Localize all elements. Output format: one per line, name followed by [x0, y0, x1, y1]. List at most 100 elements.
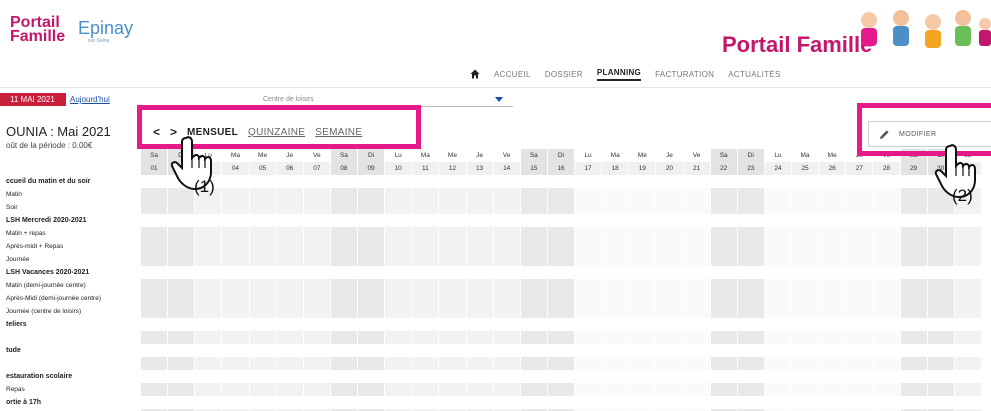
planning-cell[interactable]: [900, 383, 928, 396]
planning-cell[interactable]: [629, 383, 657, 396]
planning-cell[interactable]: [249, 357, 277, 370]
planning-cell[interactable]: [168, 383, 196, 396]
planning-cell[interactable]: [520, 357, 548, 370]
planning-cell[interactable]: [710, 253, 738, 266]
planning-cell[interactable]: [412, 331, 440, 344]
planning-cell[interactable]: [439, 357, 467, 370]
planning-cell[interactable]: [792, 279, 820, 292]
planning-cell[interactable]: [276, 188, 304, 201]
planning-cell[interactable]: [493, 188, 521, 201]
planning-cell[interactable]: [737, 253, 765, 266]
planning-cell[interactable]: [303, 292, 331, 305]
planning-cell[interactable]: [276, 253, 304, 266]
planning-cell[interactable]: [629, 292, 657, 305]
planning-cell[interactable]: [303, 240, 331, 253]
planning-cell[interactable]: [846, 253, 874, 266]
planning-cell[interactable]: [656, 357, 684, 370]
planning-cell[interactable]: [358, 331, 386, 344]
planning-cell[interactable]: [520, 279, 548, 292]
planning-cell[interactable]: [954, 305, 982, 318]
planning-cell[interactable]: [602, 331, 630, 344]
planning-cell[interactable]: [168, 201, 196, 214]
planning-cell[interactable]: [330, 253, 358, 266]
planning-cell[interactable]: [954, 279, 982, 292]
planning-cell[interactable]: [439, 292, 467, 305]
planning-cell[interactable]: [439, 227, 467, 240]
planning-cell[interactable]: [900, 279, 928, 292]
planning-cell[interactable]: [493, 305, 521, 318]
planning-cell[interactable]: [575, 188, 603, 201]
planning-cell[interactable]: [222, 240, 250, 253]
planning-cell[interactable]: [358, 292, 386, 305]
planning-cell[interactable]: [629, 240, 657, 253]
planning-cell[interactable]: [493, 357, 521, 370]
planning-cell[interactable]: [954, 240, 982, 253]
planning-cell[interactable]: [330, 279, 358, 292]
planning-cell[interactable]: [466, 331, 494, 344]
planning-cell[interactable]: [141, 331, 169, 344]
planning-cell[interactable]: [439, 331, 467, 344]
planning-cell[interactable]: [954, 227, 982, 240]
planning-cell[interactable]: [195, 227, 223, 240]
planning-cell[interactable]: [792, 292, 820, 305]
planning-cell[interactable]: [656, 279, 684, 292]
planning-cell[interactable]: [764, 357, 792, 370]
planning-cell[interactable]: [764, 279, 792, 292]
planning-cell[interactable]: [900, 357, 928, 370]
planning-cell[interactable]: [195, 201, 223, 214]
planning-cell[interactable]: [141, 305, 169, 318]
planning-cell[interactable]: [168, 240, 196, 253]
planning-cell[interactable]: [493, 227, 521, 240]
planning-cell[interactable]: [575, 305, 603, 318]
planning-cell[interactable]: [683, 305, 711, 318]
planning-cell[interactable]: [466, 227, 494, 240]
planning-cell[interactable]: [466, 357, 494, 370]
planning-cell[interactable]: [412, 201, 440, 214]
planning-cell[interactable]: [873, 201, 901, 214]
planning-cell[interactable]: [385, 240, 413, 253]
planning-cell[interactable]: [900, 292, 928, 305]
planning-cell[interactable]: [900, 201, 928, 214]
planning-cell[interactable]: [493, 240, 521, 253]
planning-cell[interactable]: [683, 357, 711, 370]
planning-cell[interactable]: [792, 227, 820, 240]
today-link[interactable]: Aujourd'hui: [70, 93, 110, 106]
planning-cell[interactable]: [168, 253, 196, 266]
planning-cell[interactable]: [629, 188, 657, 201]
planning-cell[interactable]: [222, 383, 250, 396]
planning-cell[interactable]: [819, 240, 847, 253]
planning-cell[interactable]: [737, 331, 765, 344]
planning-cell[interactable]: [466, 253, 494, 266]
planning-cell[interactable]: [954, 331, 982, 344]
planning-cell[interactable]: [168, 331, 196, 344]
planning-cell[interactable]: [330, 201, 358, 214]
planning-cell[interactable]: [710, 227, 738, 240]
planning-cell[interactable]: [602, 279, 630, 292]
planning-cell[interactable]: [547, 331, 575, 344]
planning-cell[interactable]: [303, 279, 331, 292]
planning-cell[interactable]: [195, 292, 223, 305]
planning-cell[interactable]: [412, 253, 440, 266]
planning-cell[interactable]: [141, 240, 169, 253]
planning-cell[interactable]: [683, 279, 711, 292]
planning-cell[interactable]: [547, 188, 575, 201]
planning-cell[interactable]: [819, 201, 847, 214]
planning-cell[interactable]: [710, 188, 738, 201]
planning-cell[interactable]: [819, 383, 847, 396]
planning-cell[interactable]: [358, 227, 386, 240]
planning-cell[interactable]: [520, 383, 548, 396]
planning-cell[interactable]: [141, 188, 169, 201]
planning-cell[interactable]: [602, 383, 630, 396]
planning-cell[interactable]: [575, 357, 603, 370]
planning-cell[interactable]: [792, 305, 820, 318]
planning-cell[interactable]: [303, 305, 331, 318]
planning-cell[interactable]: [602, 227, 630, 240]
planning-cell[interactable]: [439, 383, 467, 396]
planning-cell[interactable]: [249, 240, 277, 253]
planning-cell[interactable]: [900, 331, 928, 344]
planning-cell[interactable]: [195, 383, 223, 396]
planning-cell[interactable]: [385, 305, 413, 318]
planning-cell[interactable]: [737, 227, 765, 240]
planning-cell[interactable]: [493, 253, 521, 266]
planning-cell[interactable]: [683, 201, 711, 214]
